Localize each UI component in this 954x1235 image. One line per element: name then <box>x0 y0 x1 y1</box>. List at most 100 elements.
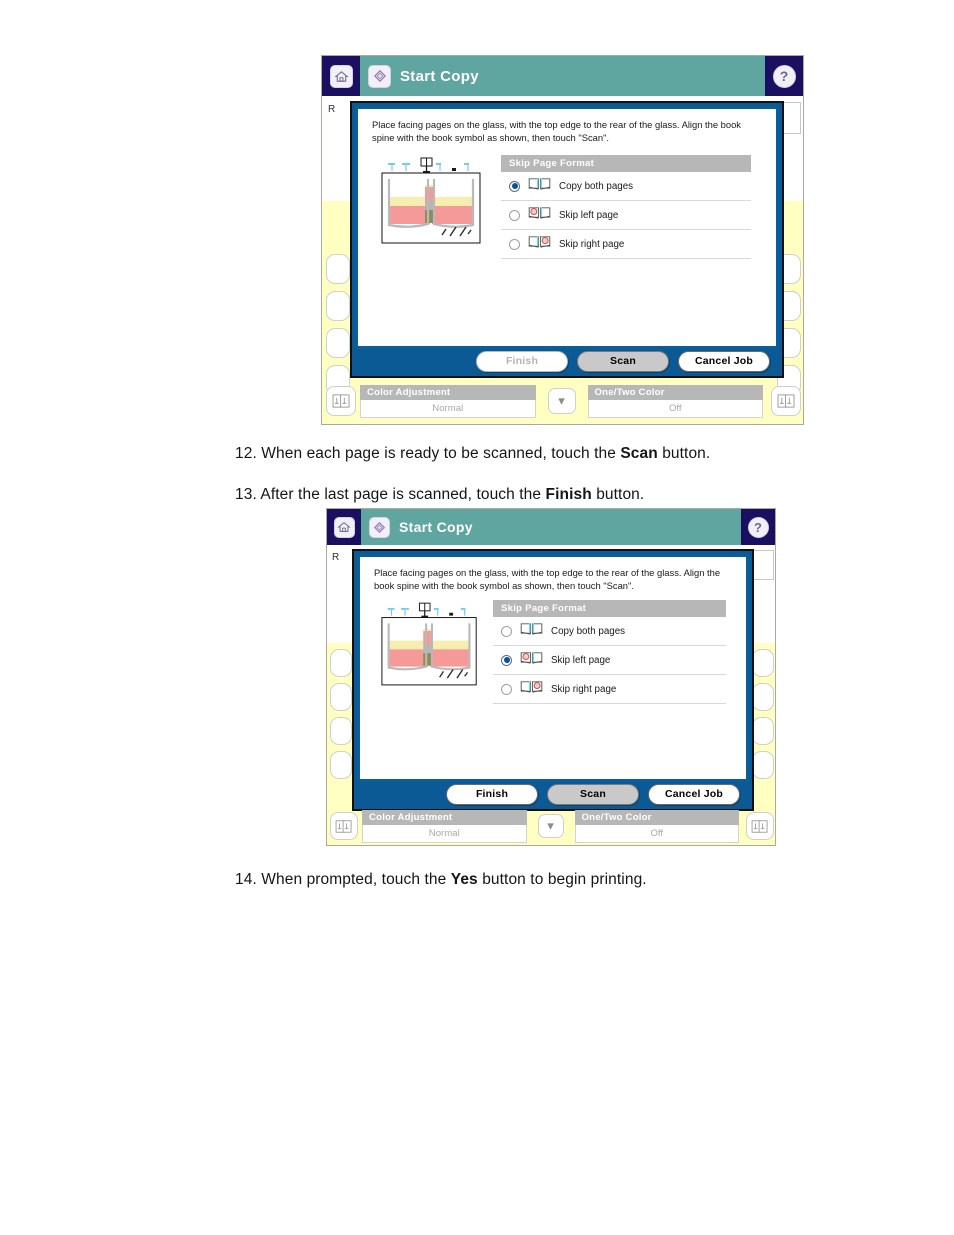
scan-instruction-text: Place facing pages on the glass, with th… <box>374 567 721 591</box>
radio-option-skip-right-page[interactable]: Skip right page <box>501 230 751 259</box>
scan-button[interactable]: Scan <box>577 350 669 372</box>
help-button[interactable]: ? <box>741 509 775 545</box>
setting-one-two-color[interactable]: One/Two Color Off <box>574 809 739 843</box>
radio-indicator[interactable] <box>509 180 520 192</box>
home-icon <box>333 516 355 538</box>
skip-page-format-group: Skip Page Format Copy both pages Skip le… <box>501 155 751 259</box>
step-bold: Finish <box>545 486 592 503</box>
scan-button[interactable]: Scan <box>547 783 639 805</box>
radio-indicator[interactable] <box>501 683 512 695</box>
radio-option-copy-both-pages[interactable]: Copy both pages <box>501 172 751 201</box>
panel-tab-right-2[interactable] <box>752 683 774 711</box>
cancel-job-button[interactable]: Cancel Job <box>678 350 770 372</box>
setting-color-adjustment[interactable]: Color Adjustment Normal <box>362 809 527 843</box>
finish-button[interactable]: Finish <box>446 783 538 805</box>
panel-tab-left-2[interactable] <box>326 291 350 321</box>
help-button[interactable]: ? <box>765 56 803 96</box>
setting-title: Color Adjustment <box>360 384 536 400</box>
step-bold: Yes <box>450 871 478 888</box>
color-balance-icon-left[interactable] <box>326 386 356 416</box>
chevron-down-icon[interactable]: ▾ <box>537 814 564 838</box>
cancel-job-button[interactable]: Cancel Job <box>648 783 740 805</box>
setting-title: One/Two Color <box>574 809 739 825</box>
home-button[interactable] <box>327 509 361 545</box>
step-text-before: When each page is ready to be scanned, t… <box>261 445 621 462</box>
setting-one-two-color[interactable]: One/Two Color Off <box>587 384 763 418</box>
panel-header: Start Copy ? <box>322 56 803 96</box>
doc-step-14: 14. When prompted, touch the Yes button … <box>235 871 647 889</box>
open-book-skip-left-icon <box>519 650 544 670</box>
diamond-icon <box>368 64 391 88</box>
question-mark-icon: ? <box>747 516 769 538</box>
panel-tab-left-2[interactable] <box>330 683 352 711</box>
step-bold: Scan <box>620 445 658 462</box>
radio-indicator[interactable] <box>509 238 520 250</box>
color-balance-icon-left[interactable] <box>330 812 358 840</box>
scan-dialog: Place facing pages on the glass, with th… <box>352 549 754 811</box>
panel-tab-left-4[interactable] <box>330 751 352 779</box>
setting-title: One/Two Color <box>587 384 763 400</box>
diamond-icon <box>369 516 390 538</box>
radio-option-label: Skip left page <box>551 654 611 666</box>
panel-tab-right-3[interactable] <box>752 717 774 745</box>
panel-tab-left-3[interactable] <box>330 717 352 745</box>
background-residual-text: R <box>328 104 336 115</box>
panel-tab-left-1[interactable] <box>330 649 352 677</box>
question-mark-icon: ? <box>772 64 796 88</box>
finish-button[interactable]: Finish <box>476 350 568 372</box>
scan-instruction-text: Place facing pages on the glass, with th… <box>372 119 741 143</box>
step-number: 14. <box>235 871 257 888</box>
step-number: 13. <box>235 486 257 503</box>
radio-option-skip-left-page[interactable]: Skip left page <box>493 646 726 675</box>
radio-option-skip-right-page[interactable]: Skip right page <box>493 675 726 704</box>
radio-option-label: Skip right page <box>559 238 625 250</box>
page-title: Start Copy <box>399 519 473 535</box>
radio-option-label: Skip left page <box>559 209 619 221</box>
panel-header: Start Copy ? <box>327 509 775 545</box>
step-text-after: button to begin printing. <box>477 871 647 888</box>
step-text-after: button. <box>657 445 711 462</box>
panel-title-bar: Start Copy <box>360 56 765 96</box>
panel-tab-right-1[interactable] <box>752 649 774 677</box>
radio-indicator[interactable] <box>501 654 512 666</box>
color-balance-icon-right[interactable] <box>746 812 774 840</box>
scan-dialog: Place facing pages on the glass, with th… <box>350 101 784 378</box>
radio-option-label: Copy both pages <box>559 180 634 192</box>
book-on-glass-illustration <box>380 602 481 687</box>
scan-dialog-footer: Finish Scan Cancel Job <box>352 346 782 376</box>
panel-tab-left-1[interactable] <box>326 254 350 284</box>
scan-dialog-body: Place facing pages on the glass, with th… <box>357 554 749 782</box>
step-number: 12. <box>235 445 257 462</box>
panel-tab-left-3[interactable] <box>326 328 350 358</box>
step-text-before: After the last page is scanned, touch th… <box>260 486 546 503</box>
panel-tab-right-4[interactable] <box>752 751 774 779</box>
panel-title-bar: Start Copy <box>361 509 741 545</box>
scan-dialog-footer: Finish Scan Cancel Job <box>354 779 752 809</box>
setting-value: Normal <box>362 824 527 843</box>
setting-color-adjustment[interactable]: Color Adjustment Normal <box>360 384 536 418</box>
open-book-icon <box>519 621 544 641</box>
background-partial-box <box>751 550 774 580</box>
color-balance-icon-right[interactable] <box>771 386 801 416</box>
settings-strip: Color Adjustment Normal ▾ One/Two Color … <box>330 807 774 845</box>
skip-page-format-title: Skip Page Format <box>501 155 751 172</box>
background-residual-text: R <box>332 552 340 563</box>
home-button[interactable] <box>322 56 360 96</box>
radio-indicator[interactable] <box>509 209 520 221</box>
radio-option-skip-left-page[interactable]: Skip left page <box>501 201 751 230</box>
screenshot-start-copy-both-pages: Start Copy ? R Place facing pages on the… <box>321 55 804 425</box>
chevron-down-icon[interactable]: ▾ <box>547 388 576 414</box>
page-title: Start Copy <box>400 67 479 85</box>
settings-strip: Color Adjustment Normal ▾ One/Two Color … <box>326 381 801 421</box>
radio-indicator[interactable] <box>501 625 512 637</box>
open-book-skip-right-icon <box>527 234 552 254</box>
radio-option-copy-both-pages[interactable]: Copy both pages <box>493 617 726 646</box>
book-on-glass-illustration <box>380 157 485 245</box>
home-icon <box>329 64 353 88</box>
open-book-icon <box>527 176 552 196</box>
step-text-before: When prompted, touch the <box>261 871 451 888</box>
doc-step-13: 13. After the last page is scanned, touc… <box>235 486 644 504</box>
setting-value: Off <box>587 399 763 418</box>
skip-page-format-group: Skip Page Format Copy both pages Skip le… <box>493 600 726 704</box>
step-text-after: button. <box>591 486 645 503</box>
